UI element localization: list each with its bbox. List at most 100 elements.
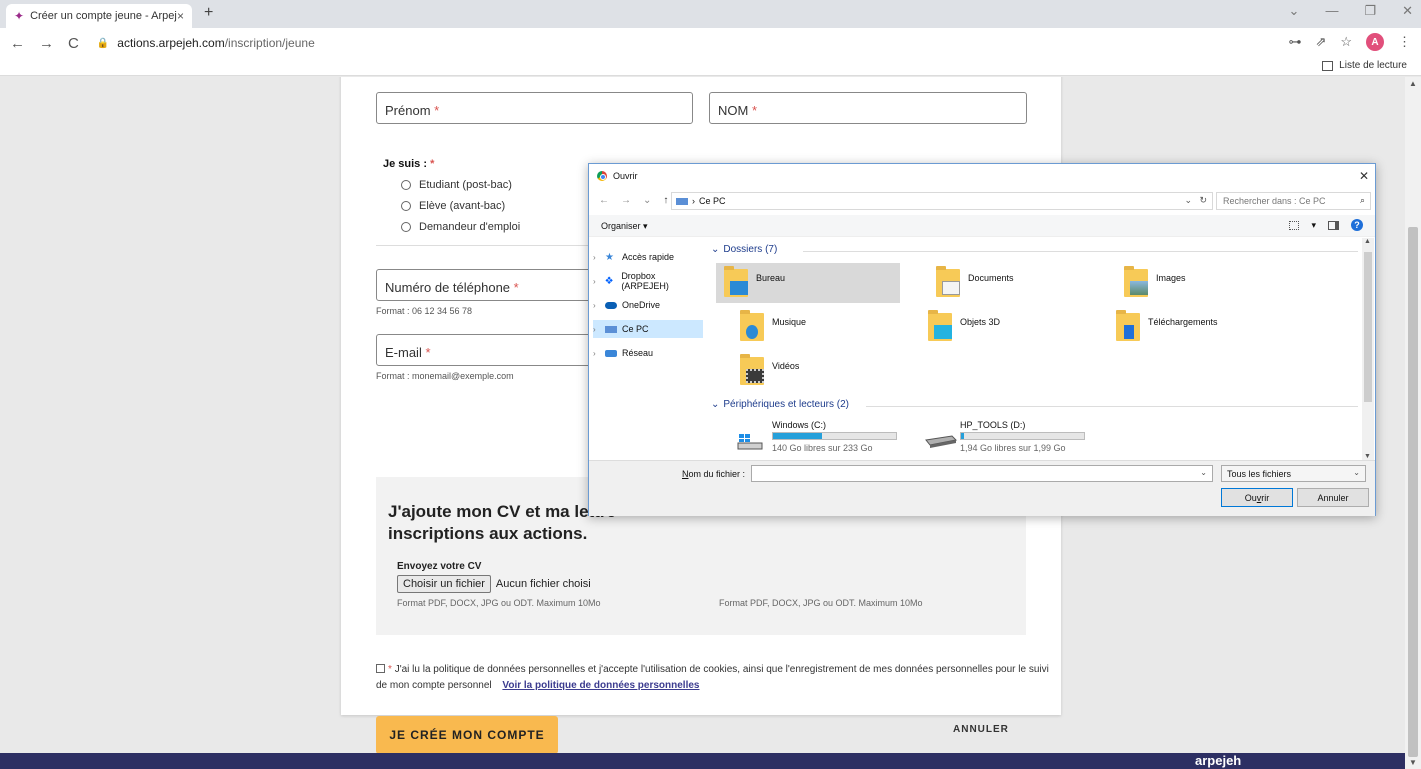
help-icon[interactable]: ? (1351, 219, 1363, 231)
expand-chevron-icon[interactable]: › (593, 349, 605, 358)
forward-icon[interactable]: → (39, 35, 54, 52)
nav-item-onedrive[interactable]: › OneDrive (593, 296, 703, 314)
group-collapse-icon[interactable]: ⌄ (711, 244, 719, 255)
folder-documents[interactable]: Documents (928, 263, 1112, 303)
back-icon[interactable]: ← (10, 35, 25, 52)
drive-c[interactable]: Windows (C:) 140 Go libres sur 233 Go (726, 420, 916, 456)
expand-chevron-icon[interactable]: › (593, 253, 605, 262)
group-divider (803, 251, 1358, 252)
choose-file-button[interactable]: Choisir un fichier (397, 575, 491, 593)
group-collapse-icon[interactable]: ⌄ (711, 399, 719, 410)
radio-circle[interactable] (401, 201, 411, 211)
radio-circle[interactable] (401, 180, 411, 190)
privacy-policy-link[interactable]: Voir la politique de données personnelle… (502, 680, 699, 691)
dialog-close-icon[interactable]: ✕ (1359, 169, 1369, 183)
scroll-down-icon[interactable]: ▼ (1409, 758, 1417, 767)
scroll-up-icon[interactable]: ▲ (1364, 238, 1371, 245)
view-controls: ▾ ? (1289, 219, 1363, 231)
folder-name: Musique (772, 317, 807, 327)
browser-toolbar-icons: ⊶ ⇗ ☆ A ⋮ (1288, 33, 1411, 51)
cancel-button[interactable]: ANNULER (953, 724, 1009, 735)
preview-pane-icon[interactable] (1328, 220, 1339, 230)
drive-d[interactable]: HP_TOOLS (D:) 1,94 Go libres sur 1,99 Go (914, 420, 1104, 456)
nav-item-dropbox[interactable]: › ❖ Dropbox (ARPEJEH) (593, 271, 703, 291)
key-icon[interactable]: ⊶ (1288, 34, 1301, 50)
filetype-dropdown-icon[interactable]: ⌄ (1353, 468, 1360, 477)
reload-icon[interactable]: C (68, 35, 79, 52)
folder-images[interactable]: Images (1116, 263, 1300, 303)
dialog-back-icon[interactable]: ← (599, 195, 609, 206)
organiser-button[interactable]: Organiser ▾ (601, 221, 648, 232)
dialog-search-input[interactable]: Rechercher dans : Ce PC ⌕ (1216, 192, 1371, 210)
folder-name: Vidéos (772, 361, 800, 371)
expand-chevron-icon[interactable]: › (593, 277, 605, 286)
view-mode-icon[interactable] (1289, 220, 1300, 230)
nav-item-label: Dropbox (ARPEJEH) (621, 271, 669, 291)
more-menu-icon[interactable]: ⋮ (1398, 34, 1411, 50)
required-mark: * (513, 280, 519, 295)
nav-item-label: Réseau (622, 348, 654, 358)
star-icon[interactable]: ☆ (1340, 34, 1352, 50)
refresh-icon[interactable]: ↻ (1199, 195, 1207, 206)
prenom-field[interactable]: Prénom * (376, 92, 693, 124)
scroll-down-icon[interactable]: ▼ (1364, 453, 1371, 460)
nom-label: NOM (718, 103, 749, 118)
status-option[interactable]: Elève (avant-bac) (401, 200, 505, 212)
folders-group-header[interactable]: ⌄ Dossiers (7) (711, 244, 777, 255)
close-window-icon[interactable]: ✕ (1402, 3, 1413, 19)
footer-logo: arpejeh (1195, 753, 1242, 768)
filename-input[interactable]: ⌄ (751, 465, 1213, 482)
required-mark: * (388, 664, 392, 675)
nom-field[interactable]: NOM * (709, 92, 1027, 124)
dialog-cancel-button[interactable]: Annuler (1297, 488, 1369, 507)
nav-item-reseau[interactable]: › Réseau (593, 344, 703, 362)
expand-chevron-icon[interactable]: › (593, 325, 605, 334)
nav-buttons: ← → C (10, 35, 79, 52)
tab-search-icon[interactable]: ⌄ (1289, 3, 1300, 19)
dialog-recent-icon[interactable]: ⌄ (643, 195, 651, 206)
dialog-title-bar: Ouvrir (597, 171, 638, 181)
folder-bureau[interactable]: Bureau (716, 263, 900, 303)
folder-objets-3d[interactable]: Objets 3D (920, 307, 1104, 347)
dialog-address-bar[interactable]: › Ce PC ⌄ ↻ (671, 192, 1213, 210)
dialog-scrollbar[interactable]: ▲ ▼ (1362, 238, 1374, 460)
tab-close-icon[interactable]: × (177, 9, 184, 23)
restore-icon[interactable]: ❐ (1364, 3, 1376, 19)
radio-circle[interactable] (401, 222, 411, 232)
scrollbar-thumb[interactable] (1408, 227, 1418, 757)
filename-dropdown-icon[interactable]: ⌄ (1200, 468, 1207, 477)
view-dropdown-icon[interactable]: ▾ (1311, 220, 1316, 231)
folder-musique[interactable]: Musique (732, 307, 916, 347)
consent-checkbox[interactable] (376, 664, 385, 673)
status-option[interactable]: Demandeur d'emploi (401, 221, 520, 233)
scrollbar-thumb[interactable] (1364, 252, 1372, 402)
browser-tab[interactable]: ✦ Créer un compte jeune - Arpejeh × (6, 4, 192, 28)
dialog-forward-icon[interactable]: → (621, 195, 631, 206)
folder-name: Documents (968, 273, 1014, 283)
dialog-up-icon[interactable]: ↑ (663, 195, 668, 206)
folder-telechargements[interactable]: Téléchargements (1108, 307, 1292, 347)
minimize-icon[interactable]: — (1325, 3, 1338, 19)
share-icon[interactable]: ⇗ (1315, 34, 1326, 50)
expand-chevron-icon[interactable]: › (593, 301, 605, 310)
nav-item-acces-rapide[interactable]: › ★ Accès rapide (593, 248, 703, 266)
folder-videos[interactable]: Vidéos (732, 351, 916, 391)
create-account-button[interactable]: JE CRÉE MON COMPTE (376, 716, 558, 754)
scroll-up-icon[interactable]: ▲ (1409, 79, 1417, 88)
cv-file-input[interactable]: Choisir un fichier Aucun fichier choisi (397, 575, 591, 593)
filename-label: Nom du fichier : (682, 469, 746, 479)
new-tab-button[interactable]: + (204, 4, 213, 22)
reading-list-button[interactable]: Liste de lecture (1322, 60, 1407, 71)
nav-item-ce-pc[interactable]: › Ce PC (593, 320, 703, 338)
url-field[interactable]: 🔒 actions.arpejeh.com/inscription/jeune (97, 36, 315, 50)
status-option[interactable]: Etudiant (post-bac) (401, 179, 512, 191)
videos-folder-icon (740, 354, 764, 385)
profile-avatar[interactable]: A (1366, 33, 1384, 51)
cloud-icon (605, 301, 617, 309)
filetype-select[interactable]: Tous les fichiers ⌄ (1221, 465, 1366, 482)
open-button[interactable]: Ou v rir (1221, 488, 1293, 507)
address-dropdown-icon[interactable]: ⌄ (1184, 195, 1192, 206)
page-scrollbar[interactable]: ▲ ▼ (1405, 77, 1421, 769)
group-divider (866, 406, 1358, 407)
drives-group-header[interactable]: ⌄ Périphériques et lecteurs (2) (711, 399, 849, 410)
